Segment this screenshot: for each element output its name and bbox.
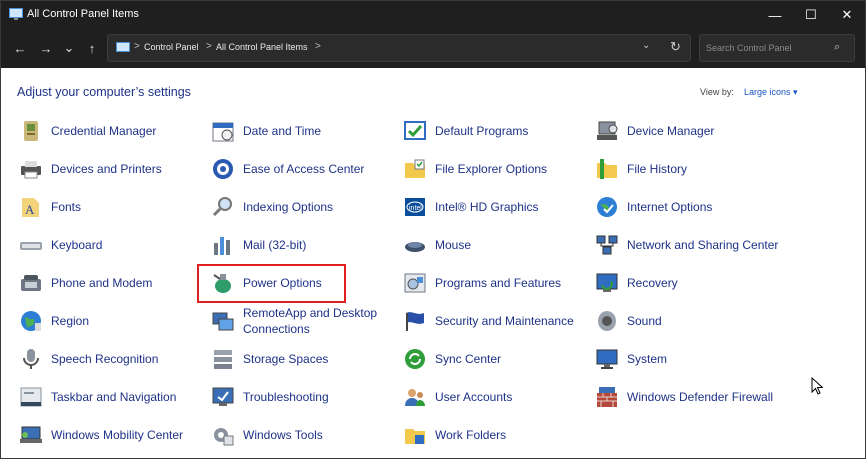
credential-icon <box>24 121 38 141</box>
address-dropdown-icon[interactable]: ⌄ <box>642 40 650 51</box>
sync-icon <box>405 349 425 369</box>
item-label: Work Folders <box>435 428 507 442</box>
network-icon <box>596 235 618 255</box>
item-label: Region <box>51 314 90 328</box>
item-label: Device Manager <box>627 124 715 138</box>
search-box[interactable]: ⌕ <box>699 34 855 62</box>
item-label: Internet Options <box>627 200 713 214</box>
maximize-button[interactable]: ☐ <box>793 1 829 29</box>
item-label: Keyboard <box>51 238 103 252</box>
view-by-label: View by: <box>700 87 734 97</box>
phone-icon <box>21 275 41 291</box>
item-label: Windows Mobility Center <box>51 428 184 442</box>
back-button[interactable]: ← <box>9 37 31 59</box>
item-label: Credential Manager <box>51 124 157 138</box>
page-heading: Adjust your computer’s settings <box>17 85 191 99</box>
item-label: Fonts <box>51 200 82 214</box>
accessibility-icon <box>213 159 233 179</box>
highlight-box <box>197 264 346 303</box>
item-label: Sound <box>627 314 662 328</box>
work-folders-icon <box>405 429 425 444</box>
mobility-icon <box>20 426 42 443</box>
troubleshoot-icon <box>212 387 234 406</box>
remote-icon <box>212 312 234 331</box>
breadcrumb-control-panel[interactable]: Control Panel <box>144 42 199 52</box>
item-label: Ease of Access Center <box>243 162 365 176</box>
item-label: File Explorer Options <box>435 162 548 176</box>
flag-icon <box>406 312 424 331</box>
item-label: System <box>627 352 668 366</box>
item-label: Recovery <box>627 276 678 290</box>
firewall-icon <box>597 387 617 407</box>
breadcrumb-all-items[interactable]: All Control Panel Items <box>216 42 308 52</box>
control-panel-icon <box>9 8 23 20</box>
magnifier-icon <box>212 197 232 217</box>
mouse-icon <box>405 242 425 252</box>
item-label: Windows Tools <box>243 428 323 442</box>
recovery-icon <box>596 273 618 292</box>
svg-text:intel: intel <box>409 205 422 212</box>
microphone-icon <box>23 349 39 369</box>
item-label: Mail (32-bit) <box>243 238 307 252</box>
speaker-icon <box>598 311 616 331</box>
item-label: File History <box>627 162 688 176</box>
forward-button[interactable]: → <box>35 37 57 59</box>
mouse-cursor-icon <box>811 377 823 395</box>
calendar-icon <box>212 122 234 142</box>
title-bar[interactable]: All Control Panel Items — ☐ ✕ <box>1 1 865 29</box>
item-label: User Accounts <box>435 390 513 404</box>
item-label: Date and Time <box>243 124 322 138</box>
programs-icon <box>404 273 426 293</box>
item-label: Indexing Options <box>243 200 334 214</box>
item-label: Mouse <box>435 238 472 252</box>
item-label: Windows Defender Firewall <box>627 390 774 404</box>
keyboard-icon <box>20 242 42 250</box>
recent-locations-button[interactable]: ⌄ <box>58 37 80 59</box>
internet-icon <box>597 197 617 217</box>
item-label: Security and Maintenance <box>435 314 574 328</box>
breadcrumb-separator: > <box>206 41 212 52</box>
view-by-dropdown[interactable]: Large icons ▾ <box>744 87 798 98</box>
item-label: Intel® HD Graphics <box>435 200 539 214</box>
item-label: Storage Spaces <box>243 352 329 366</box>
window-title: All Control Panel Items <box>27 8 139 20</box>
default-programs-icon <box>404 121 426 140</box>
item-label: Troubleshooting <box>243 390 329 404</box>
minimize-button[interactable]: — <box>757 1 793 29</box>
fonts-icon: A <box>22 198 39 217</box>
item-label: Devices and Printers <box>51 162 162 176</box>
search-icon[interactable]: ⌕ <box>834 41 840 54</box>
users-icon <box>405 389 425 406</box>
mail-icon <box>214 237 230 255</box>
item-label: Taskbar and Navigation <box>51 390 177 404</box>
item-label: Programs and Features <box>435 276 562 290</box>
item-label: RemoteApp and Desktop Connections <box>243 306 378 336</box>
breadcrumb-separator: > <box>134 41 140 52</box>
item-label: Default Programs <box>435 124 529 138</box>
globe-icon <box>21 311 41 331</box>
search-input[interactable] <box>706 40 826 56</box>
breadcrumb-separator: > <box>315 41 321 52</box>
svg-text:A: A <box>25 202 35 217</box>
navigation-bar: ← → ⌄ ↑ > Control Panel > All Control Pa… <box>1 29 865 68</box>
file-history-icon <box>597 159 617 179</box>
tools-icon <box>214 428 234 446</box>
item-label: Sync Center <box>435 352 502 366</box>
up-button[interactable]: ↑ <box>81 37 103 59</box>
refresh-icon[interactable]: ↻ <box>670 39 681 55</box>
item-label: Network and Sharing Center <box>627 238 779 252</box>
intel-icon: intel <box>405 198 425 216</box>
printer-icon <box>21 161 41 179</box>
device-manager-icon <box>597 121 618 140</box>
monitor-icon <box>596 349 618 369</box>
item-label: Phone and Modem <box>51 276 153 290</box>
control-panel-icon <box>116 42 130 52</box>
taskbar-icon <box>20 387 42 407</box>
folder-options-icon <box>405 159 425 178</box>
storage-icon <box>214 350 232 369</box>
item-label: Speech Recognition <box>51 352 159 366</box>
close-button[interactable]: ✕ <box>829 1 865 29</box>
control-panel-window: All Control Panel Items — ☐ ✕ ← → ⌄ ↑ > … <box>0 0 866 459</box>
address-bar[interactable]: > Control Panel > All Control Panel Item… <box>107 34 691 62</box>
